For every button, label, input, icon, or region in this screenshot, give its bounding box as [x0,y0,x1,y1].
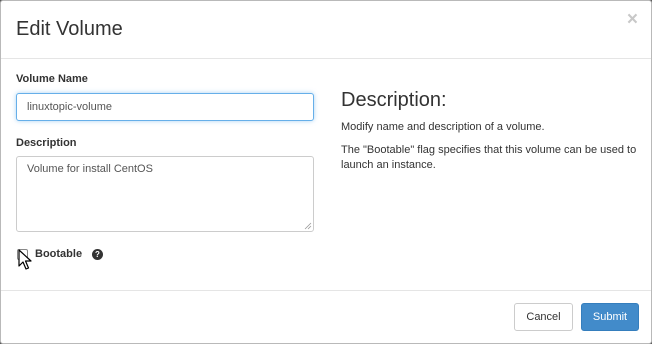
cancel-button[interactable]: Cancel [514,303,573,331]
close-icon[interactable]: × [627,10,638,30]
resize-grip-icon[interactable] [304,222,312,230]
help-panel-text: The "Bootable" flag specifies that this … [341,144,637,171]
help-icon[interactable]: ? [92,249,103,260]
volume-name-label: Volume Name [16,73,88,85]
description-textarea[interactable]: Volume for install CentOS [16,156,314,232]
modal-header: Edit Volume × [1,1,651,59]
edit-volume-modal: Edit Volume × Volume Name Description Vo… [0,0,652,344]
submit-button[interactable]: Submit [581,303,639,331]
volume-name-input[interactable] [16,93,314,121]
bootable-label[interactable]: Bootable [35,248,82,260]
help-panel-text: Modify name and description of a volume. [341,121,545,133]
mouse-pointer-icon [18,249,32,270]
help-panel-heading: Description: [341,89,447,111]
modal-title: Edit Volume [16,18,123,40]
description-label: Description [16,137,77,149]
